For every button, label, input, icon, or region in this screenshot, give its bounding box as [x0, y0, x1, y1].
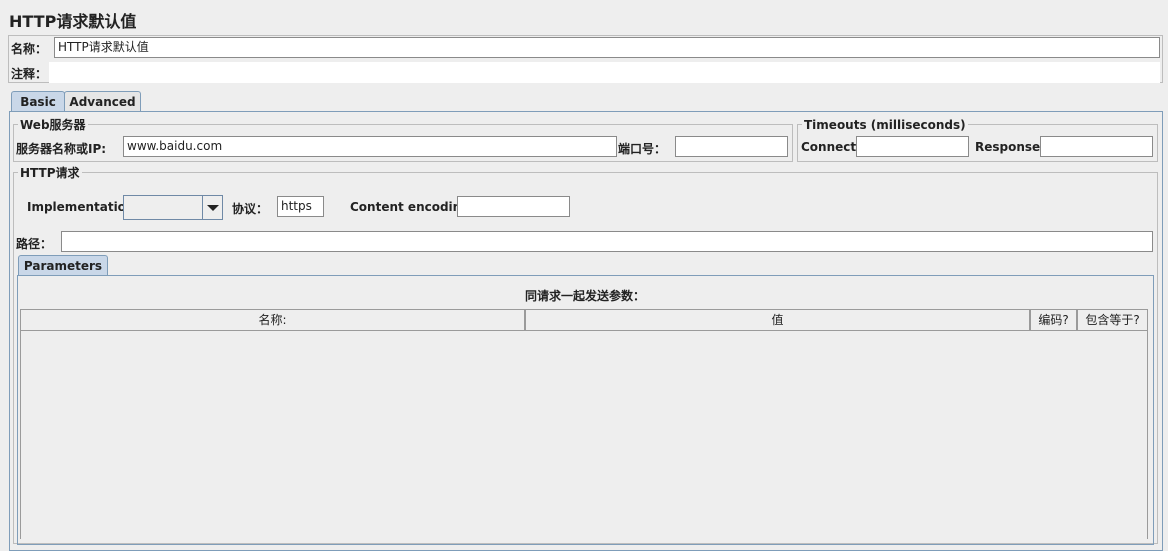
port-label: 端口号： [618, 142, 667, 156]
comment-label: 注释： [11, 67, 48, 81]
protocol-label: 协议： [232, 202, 269, 216]
path-input[interactable] [61, 231, 1153, 252]
parameters-table-body[interactable] [20, 331, 1148, 539]
column-header-value[interactable]: 值 [525, 309, 1030, 331]
content-encoding-input[interactable] [457, 196, 570, 217]
page-title: HTTP请求默认值 [9, 12, 137, 31]
implementation-select[interactable] [123, 195, 223, 220]
timeouts-legend: Timeouts (milliseconds) [802, 118, 968, 132]
tab-basic[interactable]: Basic [11, 91, 65, 112]
column-header-include-equals[interactable]: 包含等于? [1077, 309, 1148, 331]
web-server-legend: Web服务器 [18, 118, 88, 132]
dropdown-button[interactable] [202, 196, 222, 219]
http-request-legend: HTTP请求 [18, 166, 82, 180]
content-encoding-label: Content encoding: [350, 200, 475, 214]
tab-parameters[interactable]: Parameters [18, 255, 108, 276]
connect-label: Connect: [801, 140, 861, 154]
server-name-label: 服务器名称或IP: [16, 142, 107, 156]
column-header-encode[interactable]: 编码? [1030, 309, 1077, 331]
name-field[interactable]: HTTP请求默认值 [54, 37, 1160, 58]
column-header-name[interactable]: 名称: [20, 309, 525, 331]
connect-timeout-input[interactable] [856, 136, 969, 157]
parameters-table-title: 同请求一起发送参数： [524, 289, 645, 303]
response-label: Response: [975, 140, 1045, 154]
chevron-down-icon [207, 205, 219, 211]
name-label: 名称： [11, 42, 48, 56]
path-label: 路径： [16, 237, 53, 251]
comment-field[interactable] [49, 62, 1160, 83]
port-input[interactable] [675, 136, 788, 157]
server-name-input[interactable]: www.baidu.com [123, 136, 617, 157]
tab-advanced[interactable]: Advanced [64, 91, 141, 112]
response-timeout-input[interactable] [1040, 136, 1153, 157]
protocol-input[interactable]: https [277, 196, 324, 217]
